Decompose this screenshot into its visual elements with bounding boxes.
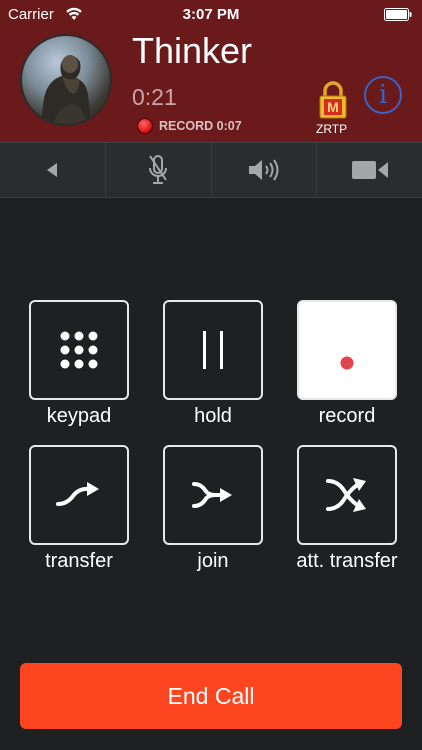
join-arrow-icon xyxy=(192,482,232,508)
contact-name: Thinker xyxy=(132,30,253,71)
hold-button[interactable] xyxy=(163,300,263,400)
back-button[interactable] xyxy=(0,143,106,197)
thinker-statue-image xyxy=(40,55,92,124)
pause-icon xyxy=(203,331,223,369)
call-header: Carrier 3:07 PM Thinker 0:21 RECORD 0:07… xyxy=(0,0,422,142)
keypad-button[interactable] xyxy=(29,300,129,400)
transfer-label: transfer xyxy=(45,550,113,572)
info-icon: i xyxy=(378,80,388,110)
transfer-button[interactable] xyxy=(29,445,129,545)
record-label: record xyxy=(318,405,376,427)
transfer-arrow-icon xyxy=(56,482,99,506)
zrtp-label: ZRTP xyxy=(316,122,348,136)
info-button[interactable]: i xyxy=(364,76,402,114)
keypad-label: keypad xyxy=(46,405,112,427)
status-time: 3:07 PM xyxy=(182,6,240,23)
video-camera-icon xyxy=(351,161,388,179)
record-icon xyxy=(340,356,354,370)
contact-avatar xyxy=(20,34,112,126)
keypad-icon xyxy=(60,331,98,369)
battery-icon xyxy=(384,8,412,21)
record-button[interactable] xyxy=(297,300,397,400)
microphone-mute-icon xyxy=(149,155,168,184)
back-arrow-icon xyxy=(47,163,58,177)
record-indicator-icon xyxy=(137,118,153,134)
cross-arrows-icon xyxy=(326,478,366,512)
record-status: RECORD 0:07 xyxy=(159,119,242,133)
att-transfer-label: att. transfer xyxy=(296,550,398,572)
join-label: join xyxy=(197,550,229,572)
hold-label: hold xyxy=(194,405,232,427)
audio-control-bar xyxy=(0,142,422,198)
mute-button[interactable] xyxy=(106,143,212,197)
status-bar: Carrier 3:07 PM xyxy=(0,0,422,30)
call-duration: 0:21 xyxy=(132,84,177,110)
speaker-icon xyxy=(248,159,279,181)
join-button[interactable] xyxy=(163,445,263,545)
padlock-icon[interactable]: M xyxy=(318,80,348,120)
lock-letter: M xyxy=(327,99,339,115)
end-call-button[interactable]: End Call xyxy=(20,663,402,729)
att-transfer-button[interactable] xyxy=(297,445,397,545)
speaker-button[interactable] xyxy=(212,143,318,197)
video-button[interactable] xyxy=(317,143,422,197)
